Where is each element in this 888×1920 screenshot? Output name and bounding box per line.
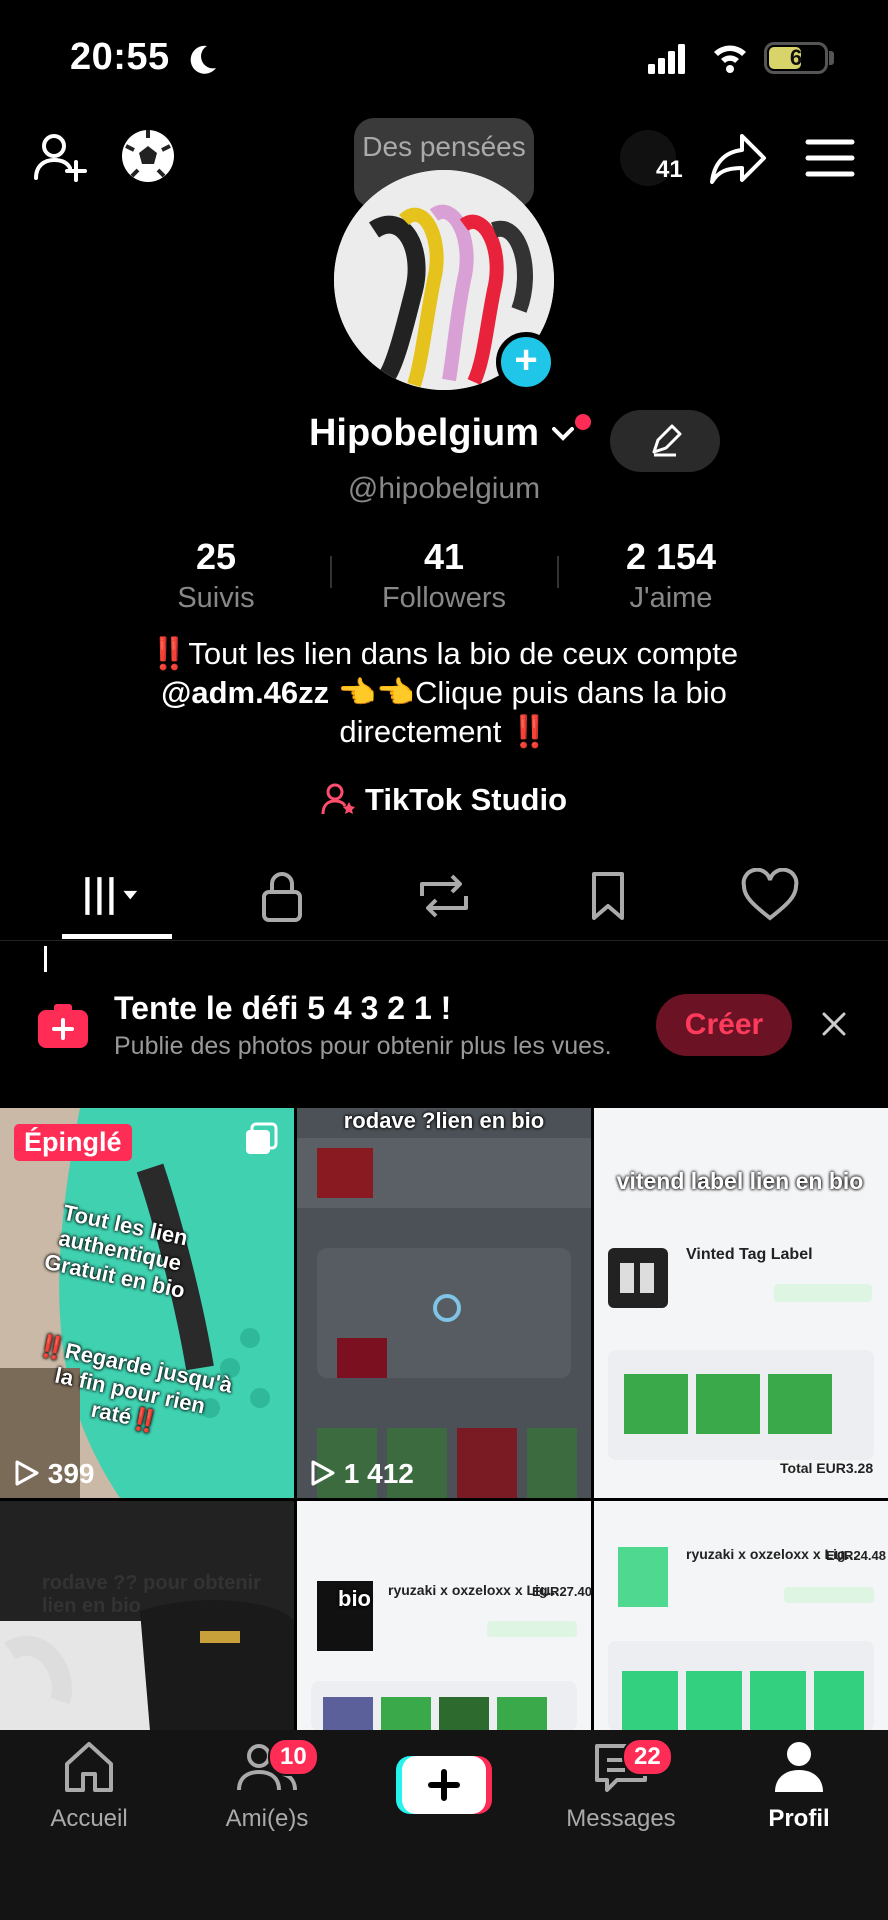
nav-profile[interactable]: Profil	[724, 1740, 874, 1833]
challenge-title: Tente le défi 5 4 3 2 1 !	[114, 990, 452, 1026]
studio-label: TikTok Studio	[364, 782, 568, 817]
challenge-subtitle: Publie des photos pour obtenir plus les …	[114, 1032, 612, 1060]
add-friend-icon[interactable]	[30, 128, 90, 188]
thumbnail-image	[297, 1501, 591, 1731]
stat-divider	[330, 556, 332, 588]
thumbnail-image	[594, 1501, 888, 1731]
stat-label: Followers	[381, 582, 507, 614]
bio-line: @adm.46zz 👈👈Clique puis dans la bio	[100, 673, 788, 712]
profile-screen: { "status_bar": {"time": "20:55", "batte…	[0, 0, 888, 1920]
moon-icon	[190, 45, 216, 74]
thumbnail-caption: bio	[338, 1586, 371, 1611]
username-handle: @hipobelgium	[347, 472, 541, 505]
create-button[interactable]: Créer	[656, 994, 792, 1056]
profile-bio: ‼️Tout les lien dans la bio de ceux comp…	[100, 634, 788, 751]
cellular-signal-icon	[648, 44, 685, 74]
messages-badge: 22	[622, 1738, 673, 1776]
lock-icon[interactable]	[252, 868, 312, 924]
pencil-icon	[652, 424, 682, 457]
create-post-button[interactable]	[396, 1754, 492, 1816]
thumbnail-caption: rodave ?lien en bio	[343, 1108, 545, 1133]
pinned-badge: Épinglé	[14, 1124, 132, 1161]
studio-icon	[321, 783, 355, 815]
repost-icon[interactable]	[414, 868, 474, 924]
nav-label: Messages	[566, 1805, 676, 1832]
bio-mention[interactable]: @adm.46zz	[161, 675, 329, 710]
order-item-price: EUR27.40	[532, 1584, 592, 1599]
order-item-price: EUR24.48	[826, 1548, 886, 1563]
menu-icon[interactable]	[800, 128, 860, 188]
thumbnail-caption: vitend label lien en bio	[616, 1168, 864, 1194]
heart-icon[interactable]	[740, 868, 800, 924]
notification-dot	[575, 414, 592, 430]
stat-value: 2 154	[625, 536, 717, 577]
home-icon	[65, 1742, 113, 1792]
battery-level: 6	[789, 45, 803, 70]
tab-divider	[0, 940, 888, 941]
thumbnail-caption: rodave ?? pour obtenir lien en bio	[42, 1572, 261, 1617]
share-icon[interactable]	[708, 128, 768, 188]
wifi-icon	[714, 45, 746, 73]
edit-profile-button[interactable]	[610, 410, 720, 472]
active-tab-indicator	[62, 934, 172, 939]
profile-icon	[775, 1742, 823, 1792]
stat-likes[interactable]: 2 154 J'aime	[581, 536, 761, 615]
chevron-down-icon	[552, 427, 575, 441]
video-thumbnail[interactable]	[594, 1108, 888, 1498]
stat-value: 41	[423, 536, 465, 577]
tiktok-studio-link[interactable]: TikTok Studio	[0, 782, 888, 818]
nav-label: Profil	[768, 1805, 830, 1832]
soccer-ball-icon[interactable]	[118, 126, 178, 186]
text-cursor	[44, 946, 47, 972]
nav-home[interactable]: Accueil	[14, 1740, 164, 1833]
nav-messages[interactable]: Messages	[546, 1740, 696, 1833]
bio-text: 👈👈Clique puis dans la bio	[329, 675, 727, 710]
play-icon	[311, 1460, 335, 1486]
status-time: 20:55	[70, 36, 170, 78]
battery-icon: 6	[764, 42, 828, 74]
stat-value: 25	[195, 536, 237, 577]
bio-line: ‼️Tout les lien dans la bio de ceux comp…	[149, 636, 739, 671]
view-count: 1 412	[310, 1458, 414, 1490]
thumbnail-image	[594, 1108, 888, 1498]
profile-name-row[interactable]: Hipobelgium	[0, 412, 888, 455]
order-item-label: Vinted Tag Label	[686, 1246, 813, 1263]
stat-label: Suivis	[177, 582, 255, 614]
stat-followers[interactable]: 41 Followers	[354, 536, 534, 615]
thumbnail-image	[297, 1108, 591, 1498]
videos-tab-icon[interactable]	[84, 868, 144, 924]
stat-label: J'aime	[629, 582, 713, 614]
nav-label: Accueil	[50, 1805, 128, 1832]
add-story-button[interactable]: +	[496, 332, 556, 392]
notification-count: 41	[656, 156, 683, 183]
bio-line: directement ‼️	[339, 714, 549, 749]
friends-badge: 10	[268, 1738, 319, 1776]
play-icon	[15, 1460, 39, 1486]
nav-friends[interactable]: Ami(e)s	[192, 1740, 342, 1833]
display-name: Hipobelgium	[308, 412, 540, 454]
view-count: 399	[14, 1458, 95, 1490]
stat-divider	[557, 556, 559, 588]
video-thumbnail[interactable]	[0, 1108, 294, 1498]
nav-label: Ami(e)s	[225, 1805, 309, 1832]
thumbnail-image	[0, 1108, 294, 1498]
order-total: Total EUR3.28	[780, 1460, 874, 1476]
bookmark-icon[interactable]	[578, 868, 638, 924]
view-count-value: 1 412	[343, 1458, 414, 1489]
stat-following[interactable]: 25 Suivis	[126, 536, 306, 615]
multi-photo-icon	[246, 1122, 278, 1154]
close-icon[interactable]	[818, 1008, 850, 1040]
view-count-value: 399	[47, 1458, 95, 1489]
battery-tip	[829, 51, 834, 65]
photo-challenge-icon	[38, 1004, 88, 1048]
video-thumbnail[interactable]	[297, 1108, 591, 1498]
